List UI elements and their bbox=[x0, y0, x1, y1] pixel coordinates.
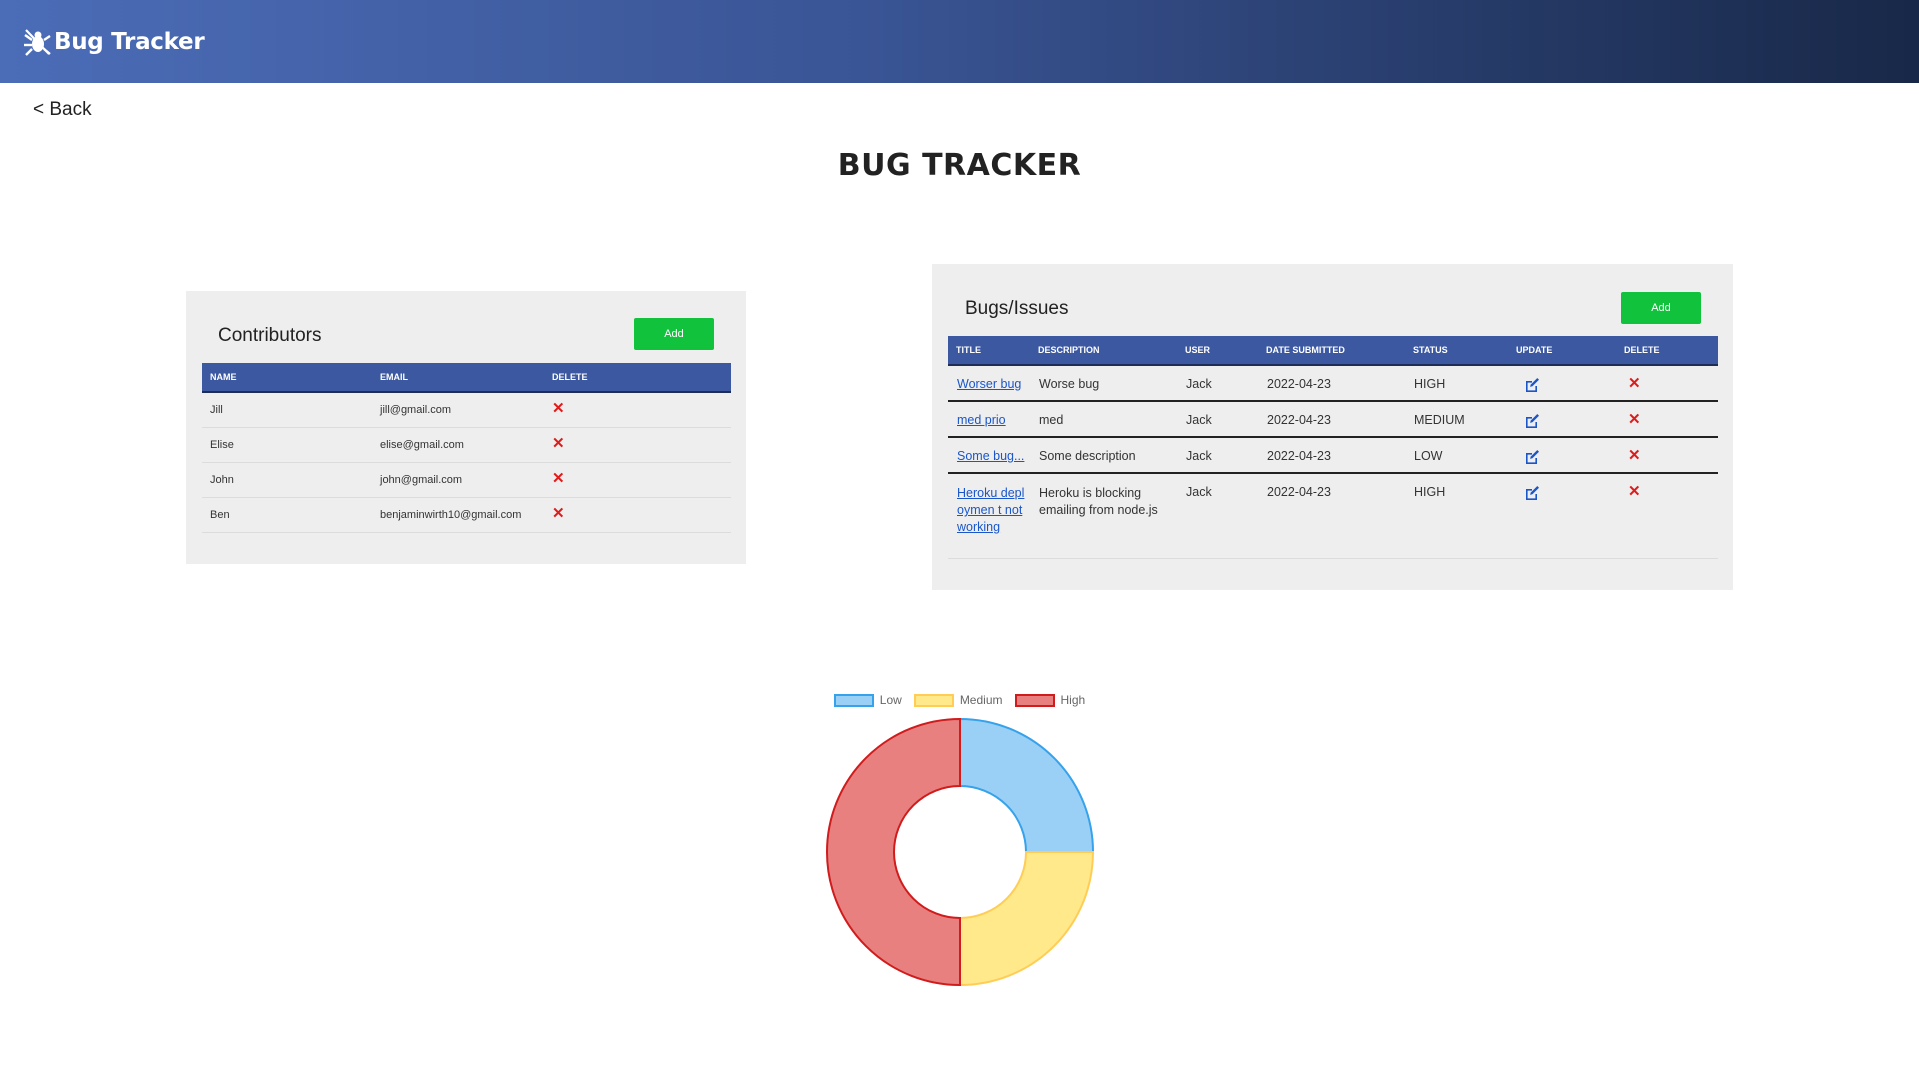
bugs-panel: Bugs/Issues Add TITLE DESCRIPTION USER D… bbox=[932, 264, 1733, 590]
table-row: Jill jill@gmail.com ✕ bbox=[202, 392, 731, 428]
bug-date: 2022-04-23 bbox=[1267, 449, 1331, 463]
edit-icon[interactable] bbox=[1524, 485, 1540, 501]
delete-icon[interactable]: ✕ bbox=[552, 436, 565, 451]
delete-icon[interactable]: ✕ bbox=[552, 401, 565, 416]
page-title: BUG TRACKER bbox=[837, 148, 1082, 183]
table-header-row: TITLE DESCRIPTION USER DATE SUBMITTED ST… bbox=[948, 336, 1718, 366]
brand-name: Bug Tracker bbox=[54, 28, 205, 55]
add-bug-button[interactable]: Add bbox=[1621, 292, 1701, 324]
contributor-email: benjaminwirth10@gmail.com bbox=[372, 497, 544, 533]
contributor-name: Ben bbox=[202, 497, 372, 533]
bug-date: 2022-04-23 bbox=[1267, 485, 1331, 499]
back-link[interactable]: < Back bbox=[33, 99, 92, 121]
contributor-email: john@gmail.com bbox=[372, 462, 544, 498]
contributor-name: Jill bbox=[202, 392, 372, 428]
delete-icon[interactable]: ✕ bbox=[1628, 412, 1641, 427]
bug-status: LOW bbox=[1414, 449, 1443, 463]
contributor-email: jill@gmail.com bbox=[372, 392, 544, 428]
contributor-name: John bbox=[202, 462, 372, 498]
column-header-title: TITLE bbox=[948, 336, 1030, 366]
status-doughnut-chart bbox=[800, 680, 1120, 1000]
column-header-user: USER bbox=[1177, 336, 1258, 366]
bug-icon bbox=[24, 28, 51, 56]
edit-icon[interactable] bbox=[1524, 377, 1540, 393]
contributor-email: elise@gmail.com bbox=[372, 427, 544, 463]
edit-icon[interactable] bbox=[1524, 449, 1540, 465]
delete-icon[interactable]: ✕ bbox=[552, 506, 565, 521]
brand-link[interactable]: Bug Tracker bbox=[22, 27, 205, 57]
delete-icon[interactable]: ✕ bbox=[1628, 376, 1641, 391]
doughnut-slice-medium[interactable] bbox=[959, 851, 1095, 987]
column-header-description: DESCRIPTION bbox=[1030, 336, 1177, 366]
column-header-email: EMAIL bbox=[372, 363, 544, 393]
bug-status: HIGH bbox=[1414, 377, 1446, 391]
delete-icon[interactable]: ✕ bbox=[1628, 484, 1641, 499]
bug-user: Jack bbox=[1186, 413, 1212, 427]
contributor-name: Elise bbox=[202, 427, 372, 463]
bug-user: Jack bbox=[1186, 485, 1212, 499]
bug-date: 2022-04-23 bbox=[1267, 377, 1331, 391]
table-header-row: NAME EMAIL DELETE bbox=[202, 363, 731, 393]
bug-status: HIGH bbox=[1414, 485, 1446, 499]
doughnut-slice-high[interactable] bbox=[826, 717, 961, 987]
bug-description: med bbox=[1039, 413, 1064, 427]
contributors-panel: Contributors Add NAME EMAIL DELETE Jill … bbox=[186, 291, 746, 564]
table-row: Ben benjaminwirth10@gmail.com ✕ bbox=[202, 497, 731, 533]
column-header-delete: DELETE bbox=[1616, 336, 1718, 366]
column-header-name: NAME bbox=[202, 363, 372, 393]
navbar: Bug Tracker bbox=[0, 0, 1919, 83]
bug-status: MEDIUM bbox=[1414, 413, 1465, 427]
bug-user: Jack bbox=[1186, 449, 1212, 463]
bug-description: Some description bbox=[1039, 449, 1136, 463]
table-row: John john@gmail.com ✕ bbox=[202, 462, 731, 498]
table-row: Worser bug Worse bug Jack 2022-04-23 HIG… bbox=[948, 365, 1718, 401]
column-header-update: UPDATE bbox=[1508, 336, 1616, 366]
column-header-delete: DELETE bbox=[544, 363, 731, 393]
bug-date: 2022-04-23 bbox=[1267, 413, 1331, 427]
delete-icon[interactable]: ✕ bbox=[1628, 448, 1641, 463]
contributors-table: NAME EMAIL DELETE Jill jill@gmail.com ✕ … bbox=[202, 363, 731, 533]
bug-title-link[interactable]: Worser bug bbox=[957, 377, 1021, 391]
column-header-date: DATE SUBMITTED bbox=[1258, 336, 1405, 366]
column-header-status: STATUS bbox=[1405, 336, 1508, 366]
delete-icon[interactable]: ✕ bbox=[552, 471, 565, 486]
add-contributor-button[interactable]: Add bbox=[634, 318, 714, 350]
contributors-title: Contributors bbox=[218, 325, 322, 346]
bugs-title: Bugs/Issues bbox=[965, 298, 1069, 319]
edit-icon[interactable] bbox=[1524, 413, 1540, 429]
table-row: med prio med Jack 2022-04-23 MEDIUM ✕ bbox=[948, 401, 1718, 437]
table-row: Elise elise@gmail.com ✕ bbox=[202, 427, 731, 463]
bug-user: Jack bbox=[1186, 377, 1212, 391]
bug-description: Worse bug bbox=[1039, 377, 1100, 391]
bugs-table: TITLE DESCRIPTION USER DATE SUBMITTED ST… bbox=[948, 336, 1718, 559]
doughnut-svg bbox=[826, 717, 1095, 987]
bug-title-link[interactable]: Heroku deploymen t not working bbox=[957, 486, 1024, 534]
table-row: Some bug... Some description Jack 2022-0… bbox=[948, 437, 1718, 473]
doughnut-slice-low[interactable] bbox=[959, 717, 1095, 853]
table-row: Heroku deploymen t not working Heroku is… bbox=[948, 473, 1718, 558]
bug-title-link[interactable]: Some bug... bbox=[957, 449, 1024, 463]
bug-title-link[interactable]: med prio bbox=[957, 413, 1006, 427]
bug-description: Heroku is blocking emailing from node.js bbox=[1039, 486, 1158, 517]
